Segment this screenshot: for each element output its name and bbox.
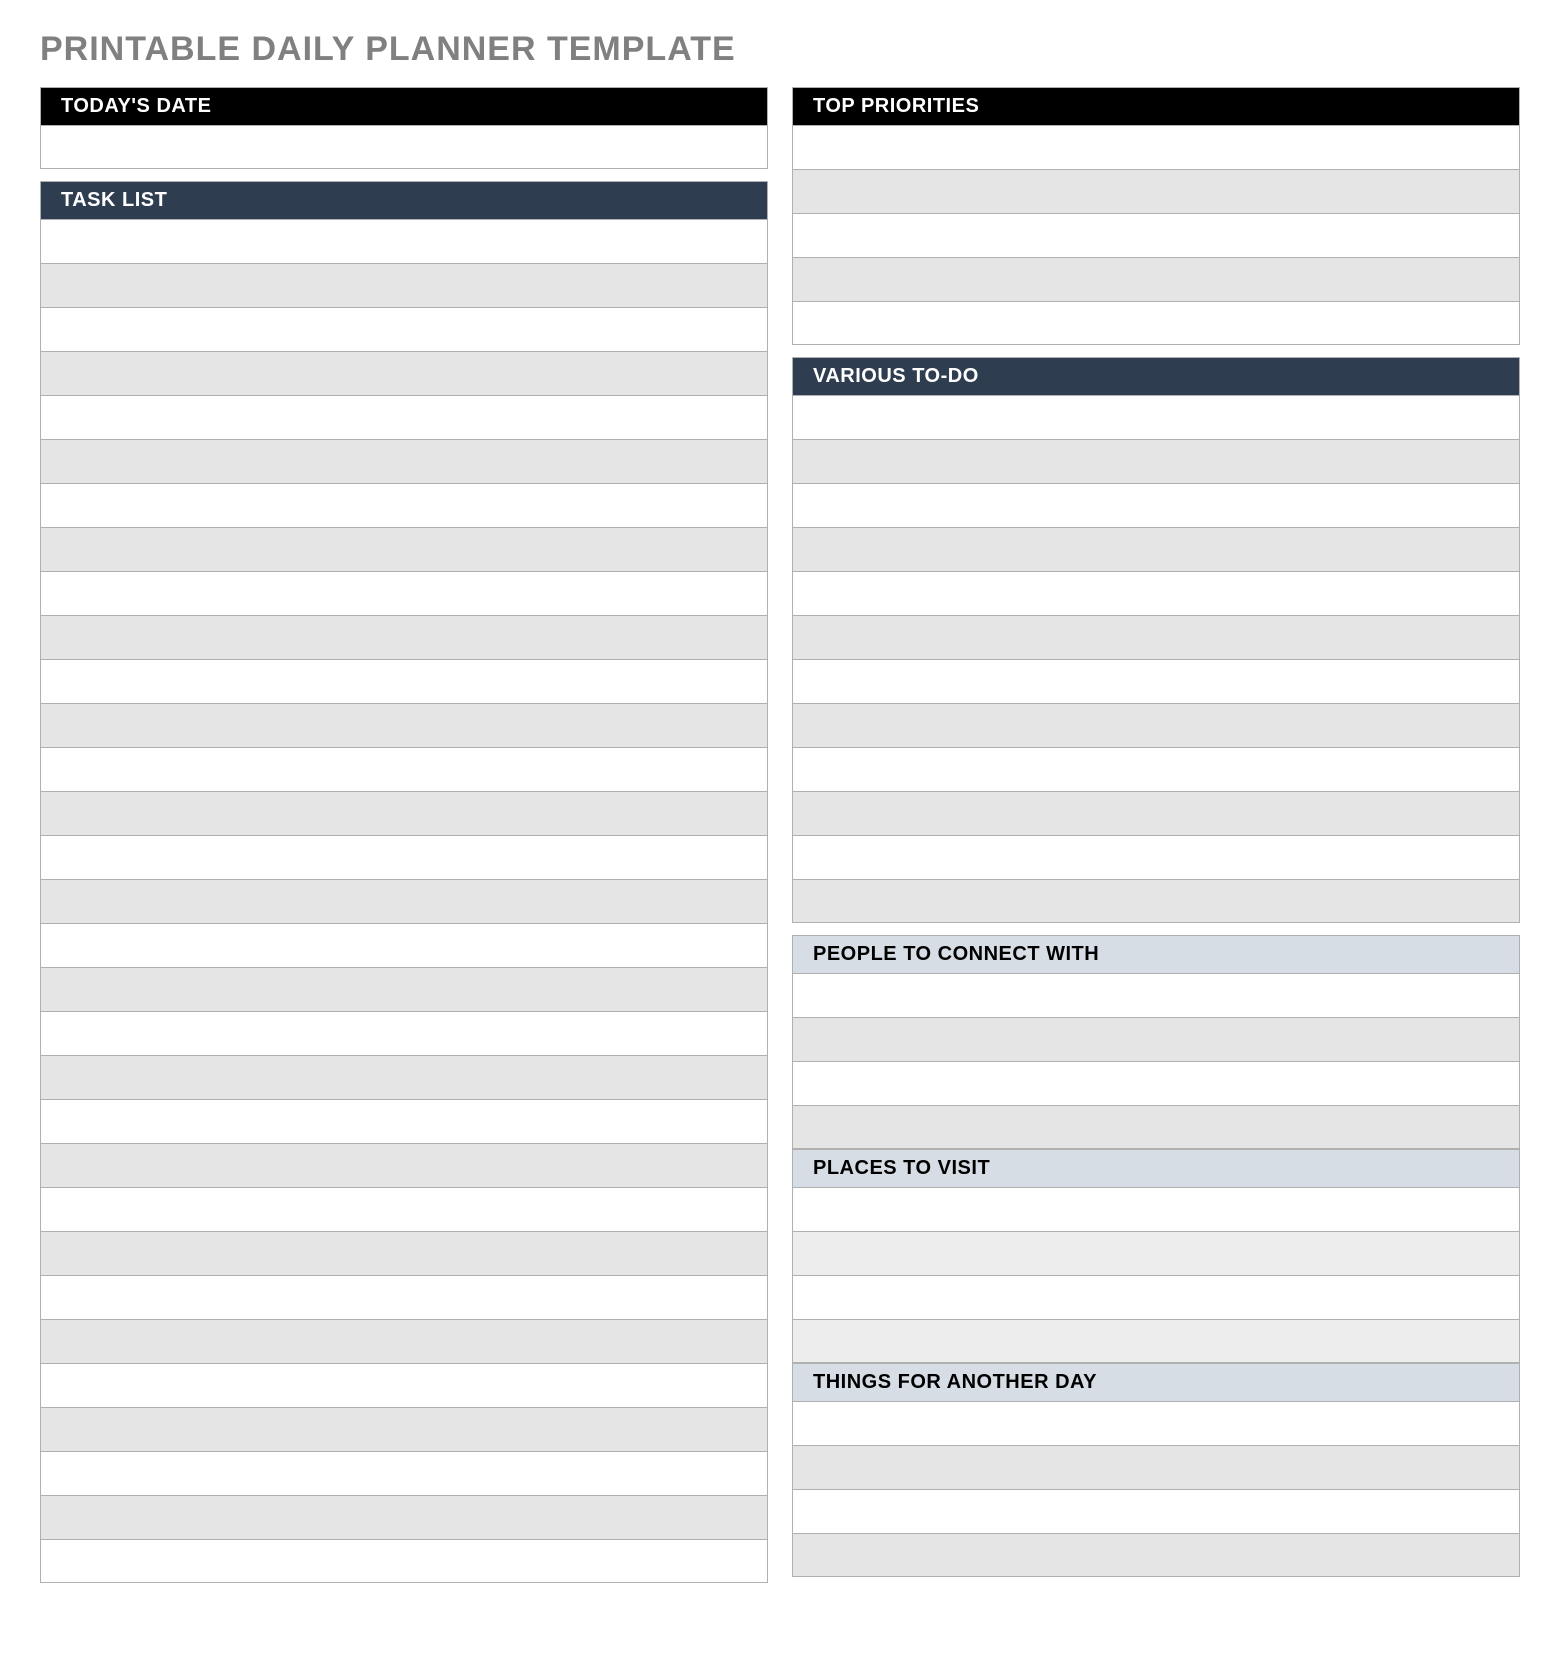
task-list-row[interactable] xyxy=(40,351,768,395)
task-list-row[interactable] xyxy=(40,483,768,527)
task-list-row[interactable] xyxy=(40,1055,768,1099)
people-connect-row[interactable] xyxy=(792,1105,1520,1149)
various-todo-row[interactable] xyxy=(792,571,1520,615)
various-todo-row[interactable] xyxy=(792,527,1520,571)
task-list-row[interactable] xyxy=(40,1011,768,1055)
top-priorities-block: TOP PRIORITIES xyxy=(792,87,1520,345)
people-connect-row[interactable] xyxy=(792,1017,1520,1061)
task-list-row[interactable] xyxy=(40,395,768,439)
task-list-row[interactable] xyxy=(40,1143,768,1187)
various-todo-row[interactable] xyxy=(792,879,1520,923)
top-priorities-row[interactable] xyxy=(792,125,1520,169)
places-visit-header: PLACES TO VISIT xyxy=(792,1149,1520,1187)
task-list-row[interactable] xyxy=(40,1231,768,1275)
todays-date-row[interactable] xyxy=(40,125,768,169)
task-list-row[interactable] xyxy=(40,1363,768,1407)
various-todo-header: VARIOUS TO-DO xyxy=(792,357,1520,395)
people-connect-row[interactable] xyxy=(792,973,1520,1017)
another-day-row[interactable] xyxy=(792,1533,1520,1577)
task-list-row[interactable] xyxy=(40,703,768,747)
task-list-row[interactable] xyxy=(40,263,768,307)
another-day-row[interactable] xyxy=(792,1445,1520,1489)
task-list-row[interactable] xyxy=(40,1407,768,1451)
task-list-row[interactable] xyxy=(40,659,768,703)
page-title: PRINTABLE DAILY PLANNER TEMPLATE xyxy=(40,30,1520,69)
task-list-row[interactable] xyxy=(40,439,768,483)
spacer xyxy=(40,169,768,181)
places-visit-row[interactable] xyxy=(792,1231,1520,1275)
right-column: TOP PRIORITIES VARIOUS TO-DO PEOPLE TO C… xyxy=(792,87,1520,1583)
people-connect-block: PEOPLE TO CONNECT WITH xyxy=(792,935,1520,1149)
todays-date-header: TODAY'S DATE xyxy=(40,87,768,125)
task-list-row[interactable] xyxy=(40,747,768,791)
task-list-row[interactable] xyxy=(40,791,768,835)
places-visit-row[interactable] xyxy=(792,1187,1520,1231)
planner-columns: TODAY'S DATE TASK LIST TOP PRIORITIES VA… xyxy=(40,87,1520,1583)
people-connect-header: PEOPLE TO CONNECT WITH xyxy=(792,935,1520,973)
people-connect-row[interactable] xyxy=(792,1061,1520,1105)
various-todo-row[interactable] xyxy=(792,439,1520,483)
another-day-block: THINGS FOR ANOTHER DAY xyxy=(792,1363,1520,1577)
various-todo-row[interactable] xyxy=(792,703,1520,747)
another-day-header: THINGS FOR ANOTHER DAY xyxy=(792,1363,1520,1401)
task-list-row[interactable] xyxy=(40,1099,768,1143)
todays-date-block: TODAY'S DATE xyxy=(40,87,768,169)
top-priorities-row[interactable] xyxy=(792,301,1520,345)
various-todo-row[interactable] xyxy=(792,395,1520,439)
task-list-row[interactable] xyxy=(40,615,768,659)
task-list-row[interactable] xyxy=(40,1187,768,1231)
task-list-row[interactable] xyxy=(40,1319,768,1363)
top-priorities-header: TOP PRIORITIES xyxy=(792,87,1520,125)
task-list-block: TASK LIST xyxy=(40,181,768,1583)
spacer xyxy=(792,923,1520,935)
task-list-row[interactable] xyxy=(40,835,768,879)
task-list-row[interactable] xyxy=(40,1539,768,1583)
left-column: TODAY'S DATE TASK LIST xyxy=(40,87,768,1583)
task-list-row[interactable] xyxy=(40,967,768,1011)
task-list-row[interactable] xyxy=(40,527,768,571)
another-day-row[interactable] xyxy=(792,1401,1520,1445)
top-priorities-row[interactable] xyxy=(792,169,1520,213)
task-list-row[interactable] xyxy=(40,219,768,263)
various-todo-block: VARIOUS TO-DO xyxy=(792,357,1520,923)
another-day-row[interactable] xyxy=(792,1489,1520,1533)
task-list-row[interactable] xyxy=(40,1495,768,1539)
various-todo-row[interactable] xyxy=(792,483,1520,527)
various-todo-row[interactable] xyxy=(792,659,1520,703)
places-visit-row[interactable] xyxy=(792,1275,1520,1319)
various-todo-row[interactable] xyxy=(792,791,1520,835)
task-list-row[interactable] xyxy=(40,571,768,615)
task-list-row[interactable] xyxy=(40,307,768,351)
task-list-row[interactable] xyxy=(40,923,768,967)
task-list-row[interactable] xyxy=(40,1451,768,1495)
top-priorities-row[interactable] xyxy=(792,257,1520,301)
task-list-row[interactable] xyxy=(40,1275,768,1319)
places-visit-block: PLACES TO VISIT xyxy=(792,1149,1520,1363)
task-list-row[interactable] xyxy=(40,879,768,923)
top-priorities-row[interactable] xyxy=(792,213,1520,257)
spacer xyxy=(792,345,1520,357)
task-list-header: TASK LIST xyxy=(40,181,768,219)
various-todo-row[interactable] xyxy=(792,747,1520,791)
places-visit-row[interactable] xyxy=(792,1319,1520,1363)
various-todo-row[interactable] xyxy=(792,835,1520,879)
various-todo-row[interactable] xyxy=(792,615,1520,659)
